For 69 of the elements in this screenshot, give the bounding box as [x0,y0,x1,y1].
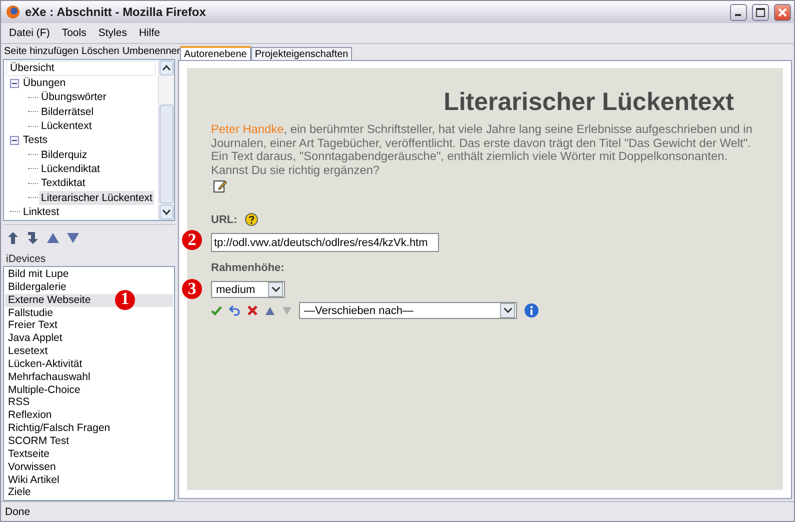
list-item[interactable]: Lesetext [5,345,173,358]
tab[interactable]: Autorenebene [180,46,251,60]
list-item[interactable]: Richtig/Falsch Fragen [5,422,173,435]
field-label: URL: [211,214,238,226]
list-item[interactable]: Freier Text [5,319,173,332]
minimize-button[interactable] [730,4,747,20]
list-item[interactable]: Ziele [5,486,173,500]
tree-item[interactable]: Linktest [21,204,62,219]
toolbar-button[interactable]: Seite hinzufügen [3,46,80,57]
tree-item[interactable]: Tests [21,133,50,148]
list-item[interactable]: Mehrfachauswahl [5,370,173,384]
tree-item[interactable]: Lückendiktat [39,162,102,176]
tree-item[interactable]: Lückentext [39,119,94,134]
delete-icon[interactable] [247,305,258,316]
list-item[interactable]: Vorwissen [5,460,173,474]
caret-icon [268,282,283,297]
page-heading: Literarischer Lückentext [442,88,734,117]
toolbar-button[interactable]: Löschen [80,46,120,57]
collapse-icon[interactable] [10,78,19,88]
tree-item[interactable]: Literarischer Lückentext [39,190,154,205]
window-title: eXe : Abschnitt - Mozilla Firefox [25,5,207,19]
menu-item[interactable]: Styles [94,26,131,40]
intro-paragraph: Peter Handke, ein berühmter Schriftsteller, hat viele Jahre lang seine Erlebnisse aufgeschrieben und in Journalen, einer Art Tagebücher, veröffentlicht. Das erste davon trägt den Titel "Das Gewicht der Welt". Ein Text daraus, "Sonntagabendgeräusche", enthält ziemlich viele Wörter mit Doppelkonsonanten. Kannst Du sie richtig ergänzen? [211,123,754,177]
number-badge: 1 [115,290,135,310]
list-item[interactable]: Java Applet [5,332,173,346]
list-item[interactable]: Reflexion [5,409,173,422]
number-badge: 3 [182,279,202,299]
tree-item[interactable]: Bilderquiz [39,148,90,162]
list-item[interactable]: Textseite [5,448,173,461]
menu-item[interactable]: Hilfe [134,26,164,40]
undo-icon[interactable] [229,305,240,316]
edit-icon [213,179,227,193]
collapse-icon[interactable] [10,136,19,145]
list-item[interactable]: RSS [5,396,173,410]
maximize-button[interactable] [752,4,769,20]
list-item[interactable]: SCORM Test [5,434,173,448]
scrollbar[interactable] [158,60,174,220]
height-select[interactable]: medium [211,281,285,298]
list-item[interactable]: Wiki Artikel [5,474,173,486]
menu-item[interactable]: Datei (F) [5,26,54,40]
move-up-icon[interactable] [46,231,60,245]
firefox-icon [6,5,20,19]
list-item[interactable]: Multiple-Choice [5,384,173,396]
close-button[interactable] [774,4,791,20]
help-icon[interactable] [245,213,258,226]
tree-item[interactable]: Bilderrätsel [39,104,96,119]
menu-item[interactable]: Tools [58,26,90,40]
move-up-icon[interactable] [265,306,275,316]
info-icon[interactable] [524,303,539,318]
panel-title: iDevices [5,252,47,266]
demote-icon[interactable] [26,231,40,245]
status-text: Done [5,506,30,518]
checkmark-icon[interactable] [211,305,222,316]
list-item[interactable]: Lücken-Aktivität [5,358,173,371]
tree-item[interactable]: Übungen [21,76,68,90]
list-item[interactable]: Bild mit Lupe [5,268,173,281]
move-select[interactable]: —Verschieben nach— [299,302,517,319]
promote-icon[interactable] [6,231,20,245]
tree-root[interactable]: Übersicht [6,61,156,76]
field-label: Rahmenhöhe: [211,262,284,274]
number-badge: 2 [182,230,202,250]
tree-item[interactable]: Textdiktat [39,176,88,190]
maximize-icon [756,8,765,16]
move-down-icon[interactable] [66,231,80,245]
tab[interactable]: Projekteigenschaften [250,47,352,60]
close-icon [778,8,787,16]
caret-icon [500,303,515,318]
url-field[interactable]: tp://odl.vwv.at/deutsch/odlres/res4/kzVk.htm [211,233,439,252]
tree-item[interactable]: Übungswörter [39,90,108,104]
